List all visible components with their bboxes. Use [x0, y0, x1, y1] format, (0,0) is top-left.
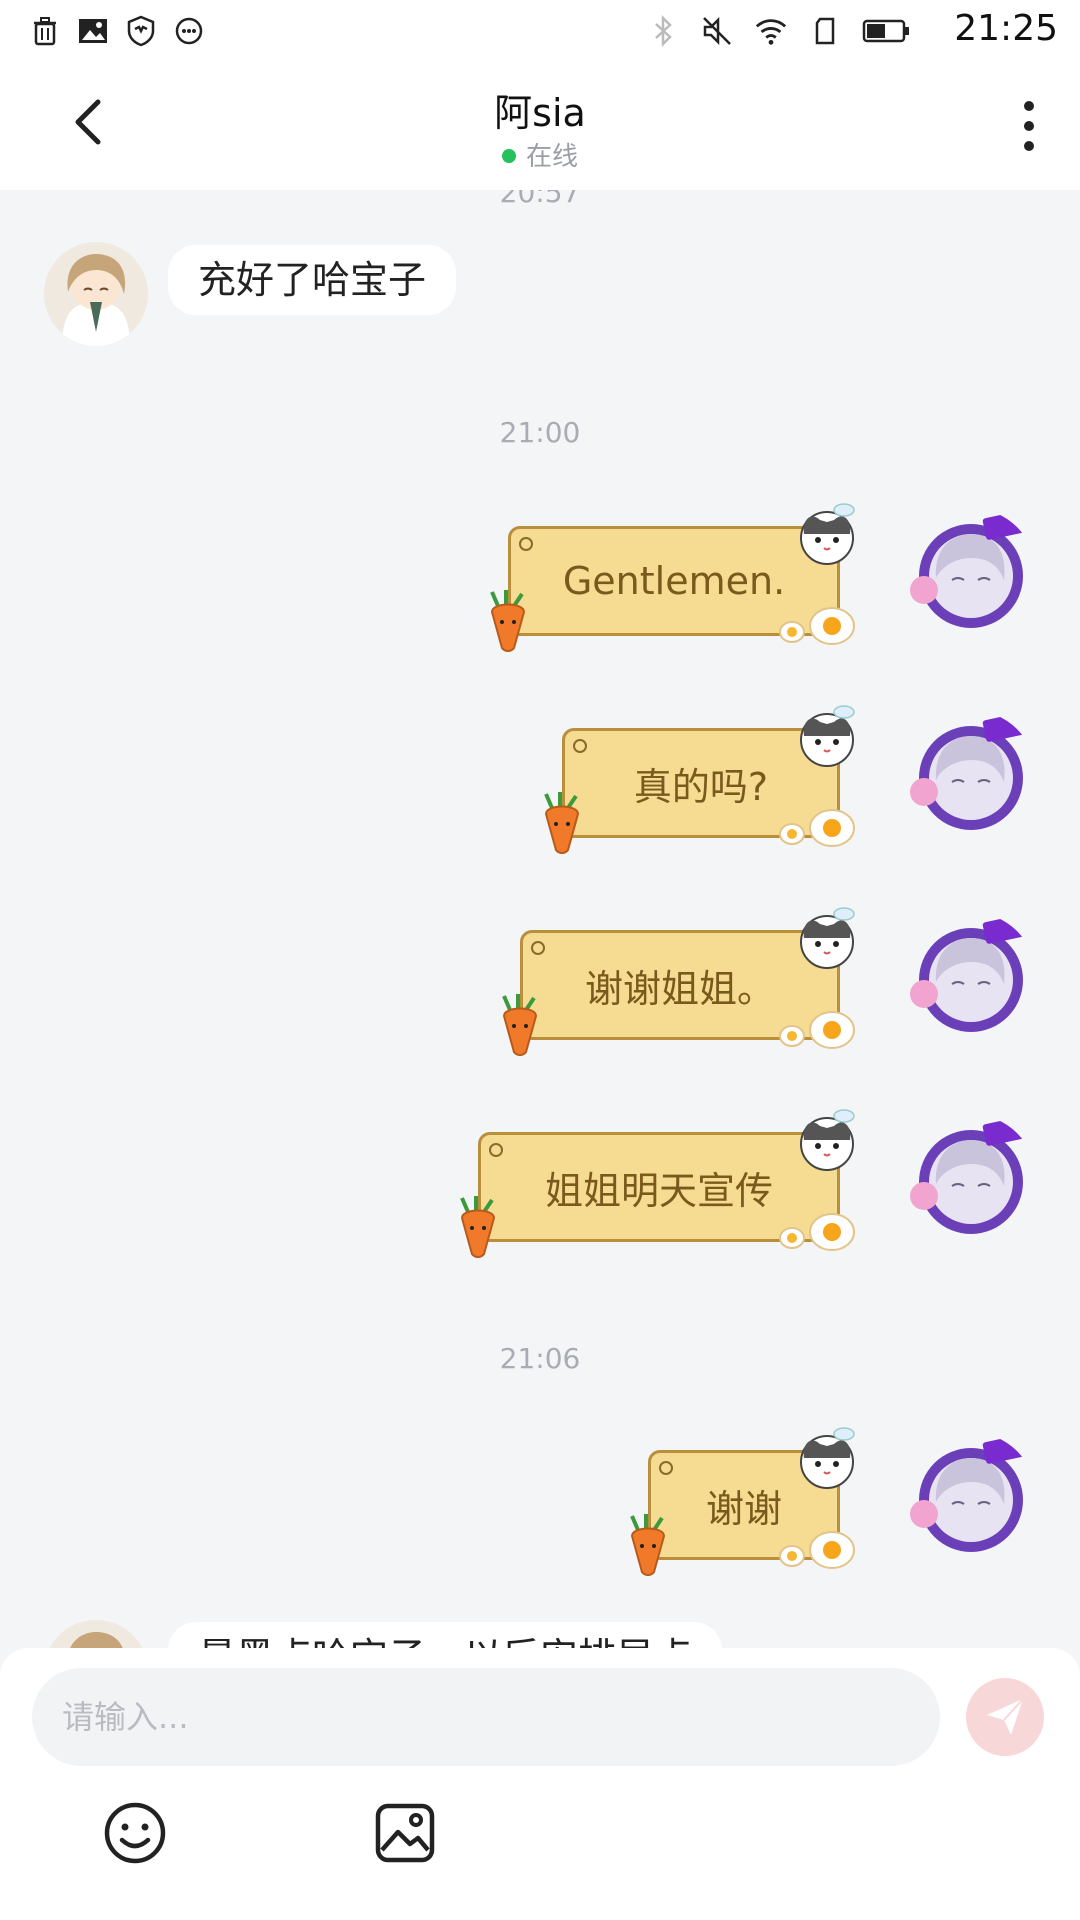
chat-title: 阿sia: [494, 91, 586, 135]
outgoing-message-text: Gentlemen.: [562, 559, 786, 603]
more-options-button[interactable]: [1014, 96, 1044, 156]
timestamp-1: 21:00: [499, 416, 581, 449]
outgoing-message-text: 谢谢: [705, 1486, 782, 1531]
user-avatar[interactable]: [906, 710, 1036, 840]
incoming-message[interactable]: 最黑点哈宝子，以后安排早点: [168, 1622, 723, 1648]
user-avatar[interactable]: [906, 1432, 1036, 1562]
user-avatar[interactable]: [906, 1114, 1036, 1244]
wifi-icon: [754, 14, 788, 48]
paper-plane-icon: [987, 1698, 1024, 1735]
vertical-dots-icon: [1024, 101, 1034, 151]
carrot-sticker-icon: [490, 590, 526, 652]
egg-sticker-icon: [779, 1213, 855, 1251]
user-avatar[interactable]: [906, 508, 1036, 638]
egg-sticker-icon: [779, 607, 855, 645]
incoming-message[interactable]: 充好了哈宝子: [168, 245, 457, 315]
online-status-label: 在线: [525, 142, 578, 172]
pin-icon: [489, 1143, 503, 1157]
message-input[interactable]: [32, 1668, 940, 1766]
outgoing-message-text: 姐姐明天宣传: [544, 1168, 773, 1213]
pin-icon: [531, 941, 545, 955]
shield-icon: [124, 14, 158, 48]
contact-avatar[interactable]: [44, 242, 148, 346]
carrot-sticker-icon: [460, 1196, 496, 1258]
status-right-icons: [646, 14, 910, 48]
timestamp-partial: 20:57: [499, 190, 581, 209]
cat-sticker-icon: [800, 1427, 855, 1489]
cat-sticker-icon: [800, 705, 855, 767]
egg-sticker-icon: [779, 1011, 855, 1049]
cat-sticker-icon: [800, 1109, 855, 1171]
status-time: 21:25: [954, 8, 1058, 49]
cat-sticker-icon: [800, 503, 855, 565]
carrot-sticker-icon: [544, 792, 580, 854]
chat-messages[interactable]: 20:57 充好了哈宝子 21:00 Gentlemen. 真的吗? 谢谢姐姐。…: [0, 190, 1080, 1648]
contact-avatar[interactable]: [44, 1620, 148, 1648]
user-avatar[interactable]: [906, 912, 1036, 1042]
pin-icon: [659, 1461, 673, 1475]
send-button[interactable]: [966, 1678, 1044, 1756]
chat-header: 阿sia 在线: [0, 62, 1080, 190]
online-dot-icon: [501, 148, 516, 163]
pin-icon: [573, 739, 587, 753]
battery-icon: [862, 14, 910, 48]
cat-sticker-icon: [800, 907, 855, 969]
timestamp-2: 21:06: [499, 1342, 581, 1375]
status-bar: 21:25: [0, 0, 1080, 62]
pin-icon: [519, 537, 533, 551]
more-circle-icon: [172, 14, 206, 48]
image-picker-button[interactable]: [370, 1798, 440, 1868]
egg-sticker-icon: [779, 1531, 855, 1569]
online-status: 在线: [0, 136, 1080, 173]
carrot-sticker-icon: [502, 994, 538, 1056]
egg-sticker-icon: [779, 809, 855, 847]
mute-icon: [700, 14, 734, 48]
emoji-button[interactable]: [100, 1798, 170, 1868]
outgoing-message-text: 谢谢姐姐。: [584, 966, 775, 1011]
image-icon: [375, 1803, 435, 1863]
bluetooth-icon: [646, 14, 680, 48]
sim-icon: [808, 14, 842, 48]
image-icon: [76, 14, 110, 48]
trash-icon: [28, 14, 62, 48]
emoji-icon: [104, 1802, 166, 1864]
message-composer: [0, 1648, 1080, 1920]
status-left-icons: [28, 14, 206, 48]
outgoing-message-text: 真的吗?: [633, 764, 769, 809]
carrot-sticker-icon: [630, 1514, 666, 1576]
